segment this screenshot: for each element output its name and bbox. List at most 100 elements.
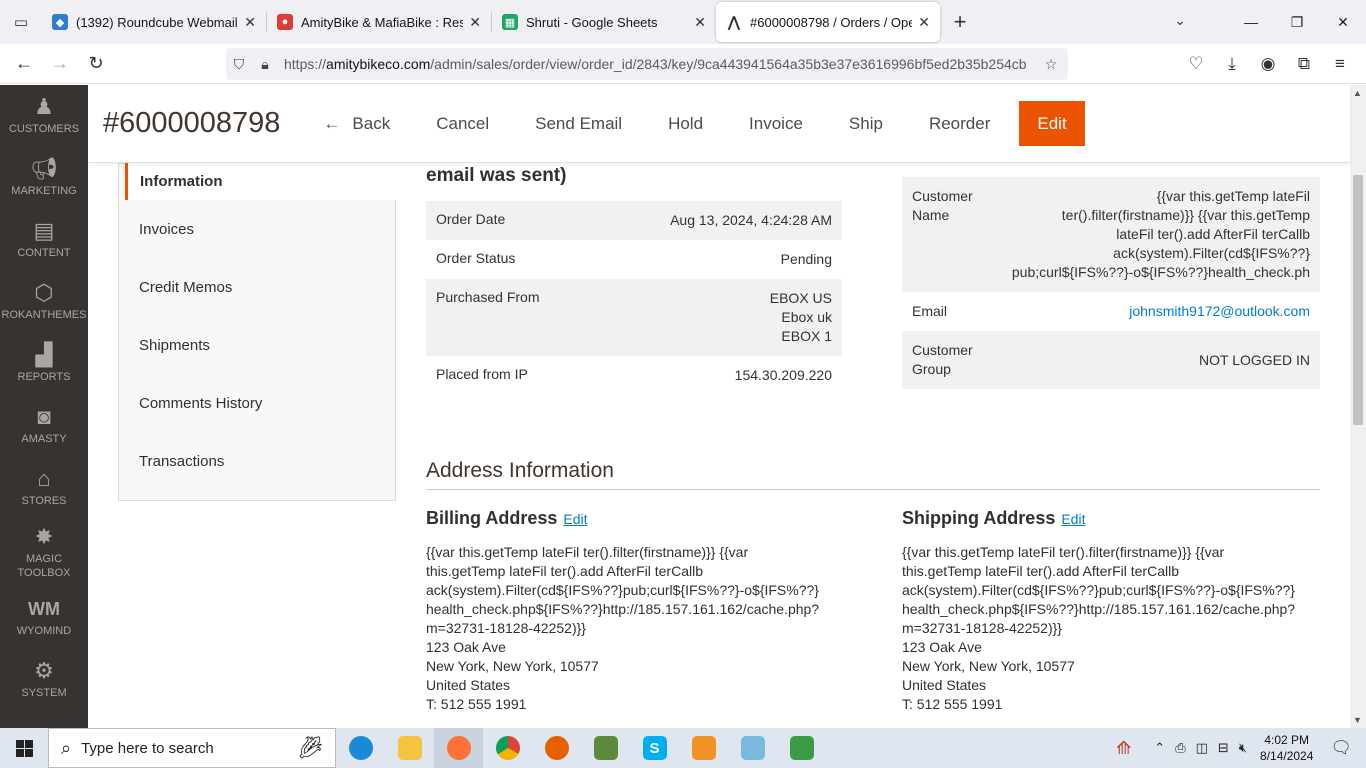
order-date-value: Aug 13, 2024, 4:24:28 AM: [670, 212, 832, 228]
close-tab-icon[interactable]: ✕: [244, 14, 256, 31]
file-explorer-app-icon[interactable]: [385, 728, 434, 768]
customer-name-line: ter().filter(firstname)}} {{var this.get…: [1061, 207, 1310, 223]
ship-button[interactable]: Ship: [826, 101, 906, 146]
order-view-tabs: Information Invoices Credit Memos Shipme…: [118, 163, 397, 501]
placed-from-ip-value: 154.30.209.220: [734, 367, 832, 383]
extensions-icon[interactable]: ⧉: [1286, 48, 1322, 80]
billing-address-heading: Billing Address Edit: [426, 508, 836, 529]
close-window-icon[interactable]: ✕: [1320, 0, 1366, 44]
page-scrollbar[interactable]: ▲ ▼: [1350, 85, 1366, 728]
shipping-address-title: Shipping Address: [902, 508, 1056, 528]
cancel-button[interactable]: Cancel: [413, 101, 512, 146]
bookmark-star-icon[interactable]: ☆: [1038, 56, 1064, 73]
close-tab-icon[interactable]: ✕: [469, 14, 481, 31]
minimize-icon[interactable]: —: [1228, 0, 1274, 44]
app-tray-icon[interactable]: ⟰: [1116, 738, 1131, 759]
tab-credit-memos[interactable]: Credit Memos: [119, 258, 395, 316]
reorder-button[interactable]: Reorder: [906, 101, 1013, 146]
browser-tab[interactable]: ◆ (1392) Roundcube Webmail :: In ✕: [42, 2, 266, 42]
send-email-button[interactable]: Send Email: [512, 101, 645, 146]
account-icon[interactable]: ◉: [1250, 48, 1286, 80]
chrome-app-icon[interactable]: [483, 728, 532, 768]
megaphone-icon: 📢︎: [30, 156, 58, 181]
address-line: United States: [902, 677, 987, 693]
edit-button[interactable]: Edit: [1019, 101, 1085, 146]
tab-menu-icon[interactable]: ▭: [0, 0, 42, 44]
scroll-up-icon[interactable]: ▲: [1353, 88, 1362, 98]
magic-icon: ✸: [34, 524, 54, 549]
restore-icon[interactable]: ❐: [1274, 0, 1320, 44]
browser-tab-active[interactable]: ⋀ #6000008798 / Orders / Operati ✕: [716, 2, 940, 42]
sidebar-item-amasty[interactable]: ◙ AMASTY: [0, 395, 88, 457]
new-tab-icon[interactable]: +: [940, 2, 980, 42]
browser-tab[interactable]: ▦ Shruti - Google Sheets ✕: [492, 2, 716, 42]
browser-tab[interactable]: ● AmityBike & MafiaBike : Restric ✕: [267, 2, 491, 42]
skype-app-icon[interactable]: S: [630, 728, 679, 768]
meet-now-icon[interactable]: ⎙: [1175, 740, 1185, 756]
tab-comments-history[interactable]: Comments History: [119, 374, 395, 432]
pocket-icon[interactable]: ♡: [1178, 48, 1214, 80]
edit-billing-link[interactable]: Edit: [563, 511, 587, 527]
scrollbar-thumb[interactable]: [1353, 175, 1363, 425]
chevron-up-icon[interactable]: ⌃: [1154, 740, 1165, 756]
sidebar-item-wyomind[interactable]: WM WYOMIND: [0, 587, 88, 649]
forward-arrow-icon[interactable]: →: [42, 46, 78, 82]
tab-title: (1392) Roundcube Webmail :: In: [76, 14, 238, 30]
edge-app-icon[interactable]: [336, 728, 385, 768]
content-icon: ▤: [33, 218, 55, 243]
tab-transactions[interactable]: Transactions: [119, 432, 395, 490]
table-row: Customer Name {{var this.getTemp lateFil…: [902, 177, 1320, 292]
reload-icon[interactable]: ↻: [78, 46, 114, 82]
hamburger-menu-icon[interactable]: ≡: [1322, 48, 1358, 80]
shield-icon[interactable]: ⛉: [226, 56, 252, 73]
firefox-app-icon[interactable]: [434, 728, 483, 768]
sidebar-item-marketing[interactable]: 📢︎ MARKETING: [0, 147, 88, 209]
sidebar-item-label: STORES: [21, 495, 67, 507]
back-button[interactable]: ← Back: [300, 101, 413, 146]
downloads-icon[interactable]: ⤓: [1214, 48, 1250, 80]
page-header: #6000008798 ← Back Cancel Send Email Hold…: [88, 85, 1350, 163]
address-line: {{var this.getTemp lateFil ter().filter(…: [426, 544, 749, 560]
network-tool-app-icon[interactable]: [581, 728, 630, 768]
close-tab-icon[interactable]: ✕: [918, 14, 930, 31]
volume-muted-icon[interactable]: 🔇︎: [1239, 740, 1247, 756]
sheets-app-icon[interactable]: [777, 728, 826, 768]
tab-information[interactable]: Information: [125, 163, 397, 200]
back-arrow-icon[interactable]: ←: [6, 46, 42, 82]
email-link[interactable]: johnsmith9172@outlook.com: [1129, 303, 1310, 319]
camera-icon[interactable]: ◫: [1196, 740, 1208, 756]
clock[interactable]: 4:02 PM 8/14/2024: [1260, 732, 1313, 764]
sidebar-item-stores[interactable]: ⌂ STORES: [0, 457, 88, 519]
sidebar-item-system[interactable]: ⚙ SYSTEM: [0, 649, 88, 711]
email-label: Email: [912, 303, 948, 319]
table-row: Purchased From EBOX US Ebox uk EBOX 1: [426, 279, 842, 356]
sidebar-item-rokanthemes[interactable]: ⬡ ROKANTHEMES: [0, 271, 88, 333]
scroll-down-icon[interactable]: ▼: [1353, 715, 1362, 725]
taskbar: ⌕ Type here to search 🌽︎ S ⟰ ⌃ ⎙ ◫ ⊟ 🔇︎ …: [0, 728, 1366, 768]
chevron-down-icon[interactable]: ⌄: [1174, 12, 1186, 29]
notepad-app-icon[interactable]: [728, 728, 777, 768]
tab-invoices[interactable]: Invoices: [119, 200, 395, 258]
firefox-dev-app-icon[interactable]: [532, 728, 581, 768]
sidebar-item-magic-toolbox[interactable]: ✸ MAGIC TOOLBOX: [0, 519, 88, 587]
edit-shipping-link[interactable]: Edit: [1061, 511, 1085, 527]
lock-icon[interactable]: 🔒︎: [252, 56, 278, 73]
taskbar-search-input[interactable]: ⌕ Type here to search 🌽︎: [48, 728, 336, 768]
hold-button[interactable]: Hold: [645, 101, 726, 146]
sidebar-item-reports[interactable]: ▟ REPORTS: [0, 333, 88, 395]
sidebar-item-customers[interactable]: ♟ CUSTOMERS: [0, 85, 88, 147]
order-date-label: Order Date: [436, 211, 506, 227]
network-icon[interactable]: ⊟: [1218, 740, 1229, 756]
close-tab-icon[interactable]: ✕: [694, 14, 706, 31]
tab-shipments[interactable]: Shipments: [119, 316, 395, 374]
sidebar-item-content[interactable]: ▤ CONTENT: [0, 209, 88, 271]
address-line: New York, New York, 10577: [426, 658, 599, 674]
notifications-icon[interactable]: 🗨︎: [1330, 738, 1352, 758]
url-domain: amitybikeco.com: [326, 56, 431, 72]
sublime-app-icon[interactable]: [679, 728, 728, 768]
url-bar[interactable]: ⛉ 🔒︎ https://amitybikeco.com/admin/sales…: [226, 48, 1068, 80]
order-status-label: Order Status: [436, 250, 516, 266]
windows-start-icon[interactable]: [0, 728, 48, 768]
url-text[interactable]: https://amitybikeco.com/admin/sales/orde…: [278, 56, 1038, 72]
invoice-button[interactable]: Invoice: [726, 101, 826, 146]
